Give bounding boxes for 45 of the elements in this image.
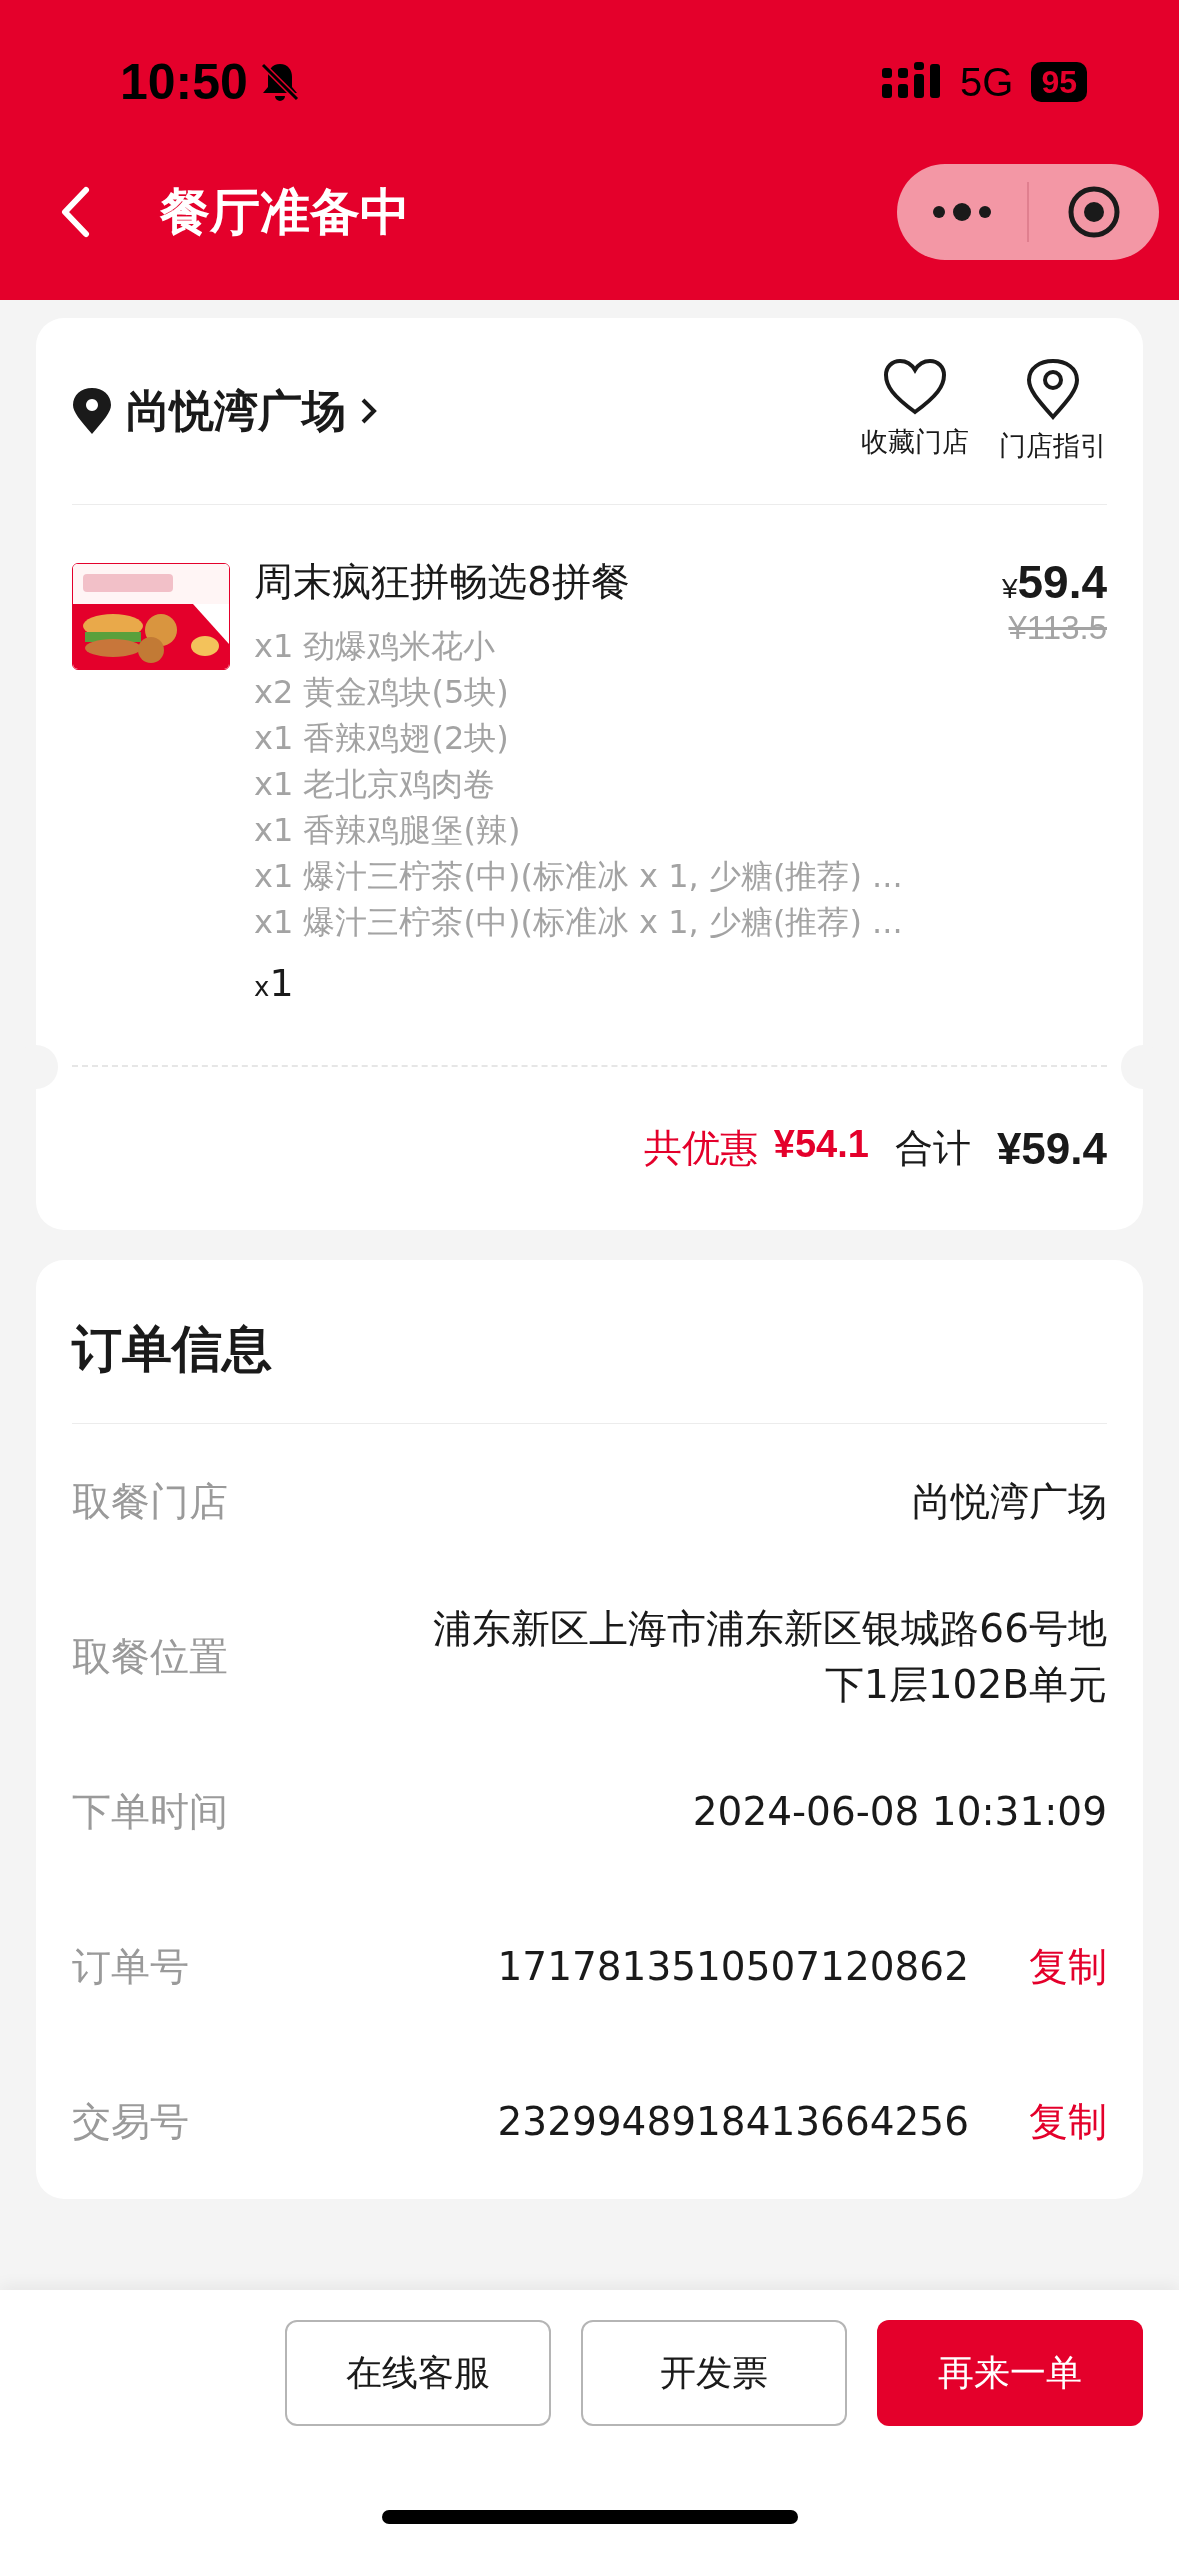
reorder-button[interactable]: 再来一单	[877, 2320, 1143, 2426]
original-price: ¥113.5	[1008, 609, 1107, 647]
heart-icon	[883, 358, 947, 416]
combo-item: x2 黄金鸡块(5块)	[254, 672, 510, 713]
store-action[interactable]: 门店指引	[999, 358, 1107, 464]
info-value: 2024-06-08 10:31:09	[692, 1787, 1107, 1836]
location-pin-icon	[72, 387, 112, 435]
store-link[interactable]: 尚悦湾广场	[72, 381, 861, 441]
info-value: 2329948918413664256	[497, 2097, 969, 2146]
combo-item: x1 香辣鸡腿堡(辣)	[254, 810, 522, 851]
battery-level: 95	[1031, 62, 1087, 102]
combo-item: x1 劲爆鸡米花小	[254, 626, 497, 667]
combo-item: x1 爆汁三柠茶(中)(标准冰 x 1, 少糖(推荐) ...	[254, 902, 904, 943]
info-label: 下单时间	[72, 1787, 228, 1836]
chevron-right-icon	[360, 397, 378, 425]
info-label: 取餐门店	[72, 1477, 228, 1526]
info-label: 取餐位置	[72, 1632, 228, 1681]
info-value: 浦东新区上海市浦东新区银城路66号地下1层102B单元	[432, 1604, 1107, 1709]
action-button[interactable]: 开发票	[581, 2320, 847, 2426]
total-amount: ¥59.4	[996, 1123, 1107, 1174]
discount-label: 共优惠	[643, 1125, 758, 1172]
store-action[interactable]: 收藏门店	[861, 358, 969, 464]
location-pin-icon	[1026, 358, 1080, 420]
combo-item: x1 香辣鸡翅(2块)	[254, 718, 510, 759]
info-label: 订单号	[72, 1942, 189, 1991]
info-value: 1717813510507120862	[497, 1942, 969, 1991]
more-icon[interactable]	[932, 201, 992, 223]
page-title: 餐厅准备中	[160, 181, 411, 243]
total-label: 合计	[894, 1125, 971, 1172]
info-label: 交易号	[72, 2097, 189, 2146]
combo-item: x1 老北京鸡肉卷	[254, 764, 497, 805]
discount-amount: ¥54.1	[773, 1123, 869, 1167]
section-title: 订单信息	[72, 1260, 1107, 1424]
combo-item: x1 爆汁三柠茶(中)(标准冰 x 1, 少糖(推荐) ...	[254, 856, 904, 897]
back-button[interactable]	[60, 186, 90, 238]
copy-link[interactable]: 复制	[1029, 1939, 1107, 1994]
action-button[interactable]: 在线客服	[285, 2320, 551, 2426]
close-icon[interactable]	[1067, 185, 1121, 239]
info-value: 尚悦湾广场	[912, 1477, 1107, 1526]
product-name: 周末疯狂拼畅选8拼餐	[254, 558, 631, 606]
status-time: 10:50	[120, 53, 248, 111]
price: ¥59.4	[1001, 555, 1107, 609]
copy-link[interactable]: 复制	[1029, 2094, 1107, 2149]
quantity: x1	[254, 961, 295, 1005]
network-label: 5G	[960, 59, 1014, 105]
